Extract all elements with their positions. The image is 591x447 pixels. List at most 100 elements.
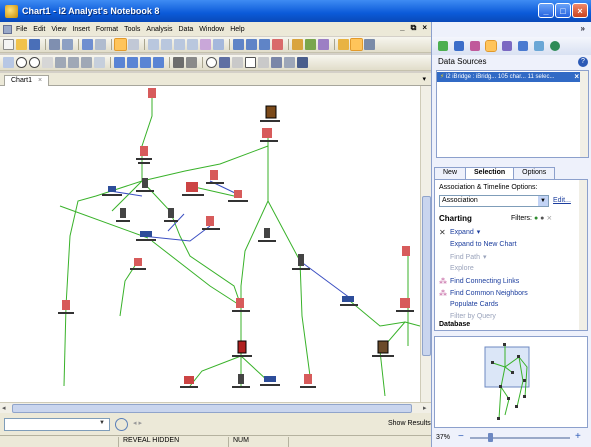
print-preview-icon[interactable]	[49, 39, 60, 50]
data-sources-icon[interactable]	[485, 40, 497, 52]
menu-analysis[interactable]: Analysis	[146, 26, 172, 33]
show-results-button[interactable]: Show Results	[388, 420, 431, 427]
entity-node[interactable]	[304, 374, 312, 384]
entity-node[interactable]	[400, 298, 410, 308]
zoom-slider-track[interactable]	[470, 437, 570, 439]
network-layout-icon[interactable]	[292, 39, 303, 50]
entity-node[interactable]	[62, 300, 70, 310]
menu-data[interactable]: Data	[179, 26, 194, 33]
box-icon[interactable]	[55, 57, 66, 68]
vehicle-node[interactable]	[342, 296, 354, 302]
grid-view-icon[interactable]	[259, 39, 270, 50]
card-view-icon[interactable]	[246, 39, 257, 50]
canvas-vertical-scrollbar[interactable]	[420, 86, 431, 402]
menu-window[interactable]: Window	[199, 26, 224, 33]
zoom-fit-icon[interactable]	[174, 39, 185, 50]
zoom-select-icon[interactable]	[187, 39, 198, 50]
undo-icon[interactable]	[82, 39, 93, 50]
person-node[interactable]	[238, 374, 244, 384]
peacock-layout-icon[interactable]	[318, 39, 329, 50]
entity-node[interactable]	[237, 340, 247, 354]
new-icon[interactable]	[3, 39, 14, 50]
house-node[interactable]	[186, 182, 198, 192]
filter-on-icon[interactable]: ●	[534, 215, 538, 222]
minimize-button[interactable]: _	[538, 3, 554, 18]
link-tool-icon[interactable]	[518, 41, 528, 51]
horizontal-scroll-thumb[interactable]	[12, 404, 412, 413]
cmd-find-common-neighbors[interactable]: ⁂ Find Common Neighbors	[439, 289, 528, 298]
theme-line-icon[interactable]	[29, 57, 40, 68]
vehicle-node[interactable]	[264, 376, 276, 382]
chevron-down-icon[interactable]: ▼	[538, 196, 548, 206]
zoom-in-icon[interactable]	[148, 39, 159, 50]
move-icon[interactable]	[534, 41, 544, 51]
list-icon[interactable]	[153, 57, 164, 68]
vertical-scroll-thumb[interactable]	[422, 196, 431, 356]
entity-node[interactable]	[234, 190, 242, 198]
scroll-left-icon[interactable]: ◂	[2, 404, 6, 412]
entity-node[interactable]	[210, 170, 218, 180]
cmd-find-connecting-links[interactable]: ⁂ Find Connecting Links	[439, 277, 519, 286]
menu-view[interactable]: View	[51, 26, 66, 33]
selection-panel-scrollbar[interactable]	[579, 180, 587, 330]
arrange-icon[interactable]	[200, 39, 211, 50]
zoom-out-icon[interactable]	[161, 39, 172, 50]
user-icon[interactable]	[454, 41, 464, 51]
text-style-icon[interactable]	[114, 57, 125, 68]
filter-clear-icon[interactable]: ⨯	[546, 215, 552, 222]
edit-link[interactable]: Edit...	[553, 197, 571, 204]
entity-node[interactable]	[134, 258, 142, 266]
align-icon[interactable]	[127, 57, 138, 68]
redo-icon[interactable]	[95, 39, 106, 50]
search-input[interactable]	[4, 418, 110, 431]
person-node[interactable]	[264, 228, 270, 238]
analyst-icon[interactable]	[350, 38, 363, 51]
save-icon[interactable]	[29, 39, 40, 50]
entity-node[interactable]	[265, 105, 277, 119]
menu-help[interactable]: Help	[230, 26, 244, 33]
doc-close-button[interactable]: ×	[422, 23, 427, 33]
list-view-icon[interactable]	[233, 39, 244, 50]
spacing-icon[interactable]	[140, 57, 151, 68]
toolbar-overflow-icon[interactable]	[364, 39, 375, 50]
person-node[interactable]	[168, 208, 174, 218]
wand-icon[interactable]	[470, 41, 480, 51]
lasso-icon[interactable]	[128, 39, 139, 50]
tab-close-icon[interactable]: ×	[38, 77, 42, 84]
vehicle-node[interactable]	[108, 186, 116, 192]
association-select[interactable]: Association ▼	[439, 195, 549, 207]
zoom-in-button[interactable]: +	[575, 431, 581, 442]
search-icon[interactable]	[219, 57, 230, 68]
entity-node[interactable]	[377, 340, 389, 354]
menu-edit[interactable]: Edit	[33, 26, 45, 33]
filter-icon[interactable]: ●	[540, 215, 544, 222]
person-node[interactable]	[120, 208, 126, 218]
add-icon[interactable]	[173, 57, 184, 68]
pane-expand-chevron[interactable]: »	[581, 24, 585, 33]
entity-icon[interactable]	[3, 57, 14, 68]
fill-icon[interactable]	[245, 57, 256, 68]
search-next-icon[interactable]: ▸	[138, 420, 142, 427]
entity-node[interactable]	[148, 88, 156, 98]
data-source-close-icon[interactable]: ×	[574, 72, 579, 82]
search-icon[interactable]	[115, 418, 128, 431]
scroll-right-icon[interactable]: ▸	[423, 404, 427, 412]
tab-selection[interactable]: Selection	[465, 167, 515, 179]
house-node[interactable]	[184, 376, 194, 384]
select-pointer-icon[interactable]	[114, 38, 127, 51]
zoom-slider-handle[interactable]	[488, 433, 493, 442]
vehicle-node[interactable]	[140, 231, 152, 237]
entity-node[interactable]	[206, 216, 214, 226]
cmd-expand-new-chart[interactable]: Expand to New Chart	[450, 241, 517, 248]
chevron-down-icon[interactable]: ▾	[477, 228, 481, 236]
tab-chart1[interactable]: Chart1 ×	[4, 75, 50, 86]
document-icon[interactable]	[3, 24, 12, 34]
menu-file[interactable]: File	[16, 26, 27, 33]
frame-icon[interactable]	[232, 57, 243, 68]
cmd-expand[interactable]: ✕ Expand ▾	[439, 228, 481, 237]
line-icon[interactable]	[186, 57, 197, 68]
zoom-out-button[interactable]: −	[458, 431, 464, 442]
help-icon[interactable]: ?	[578, 57, 588, 67]
tab-options[interactable]: Options	[513, 167, 556, 179]
doc-minimize-button[interactable]: _	[400, 23, 404, 33]
